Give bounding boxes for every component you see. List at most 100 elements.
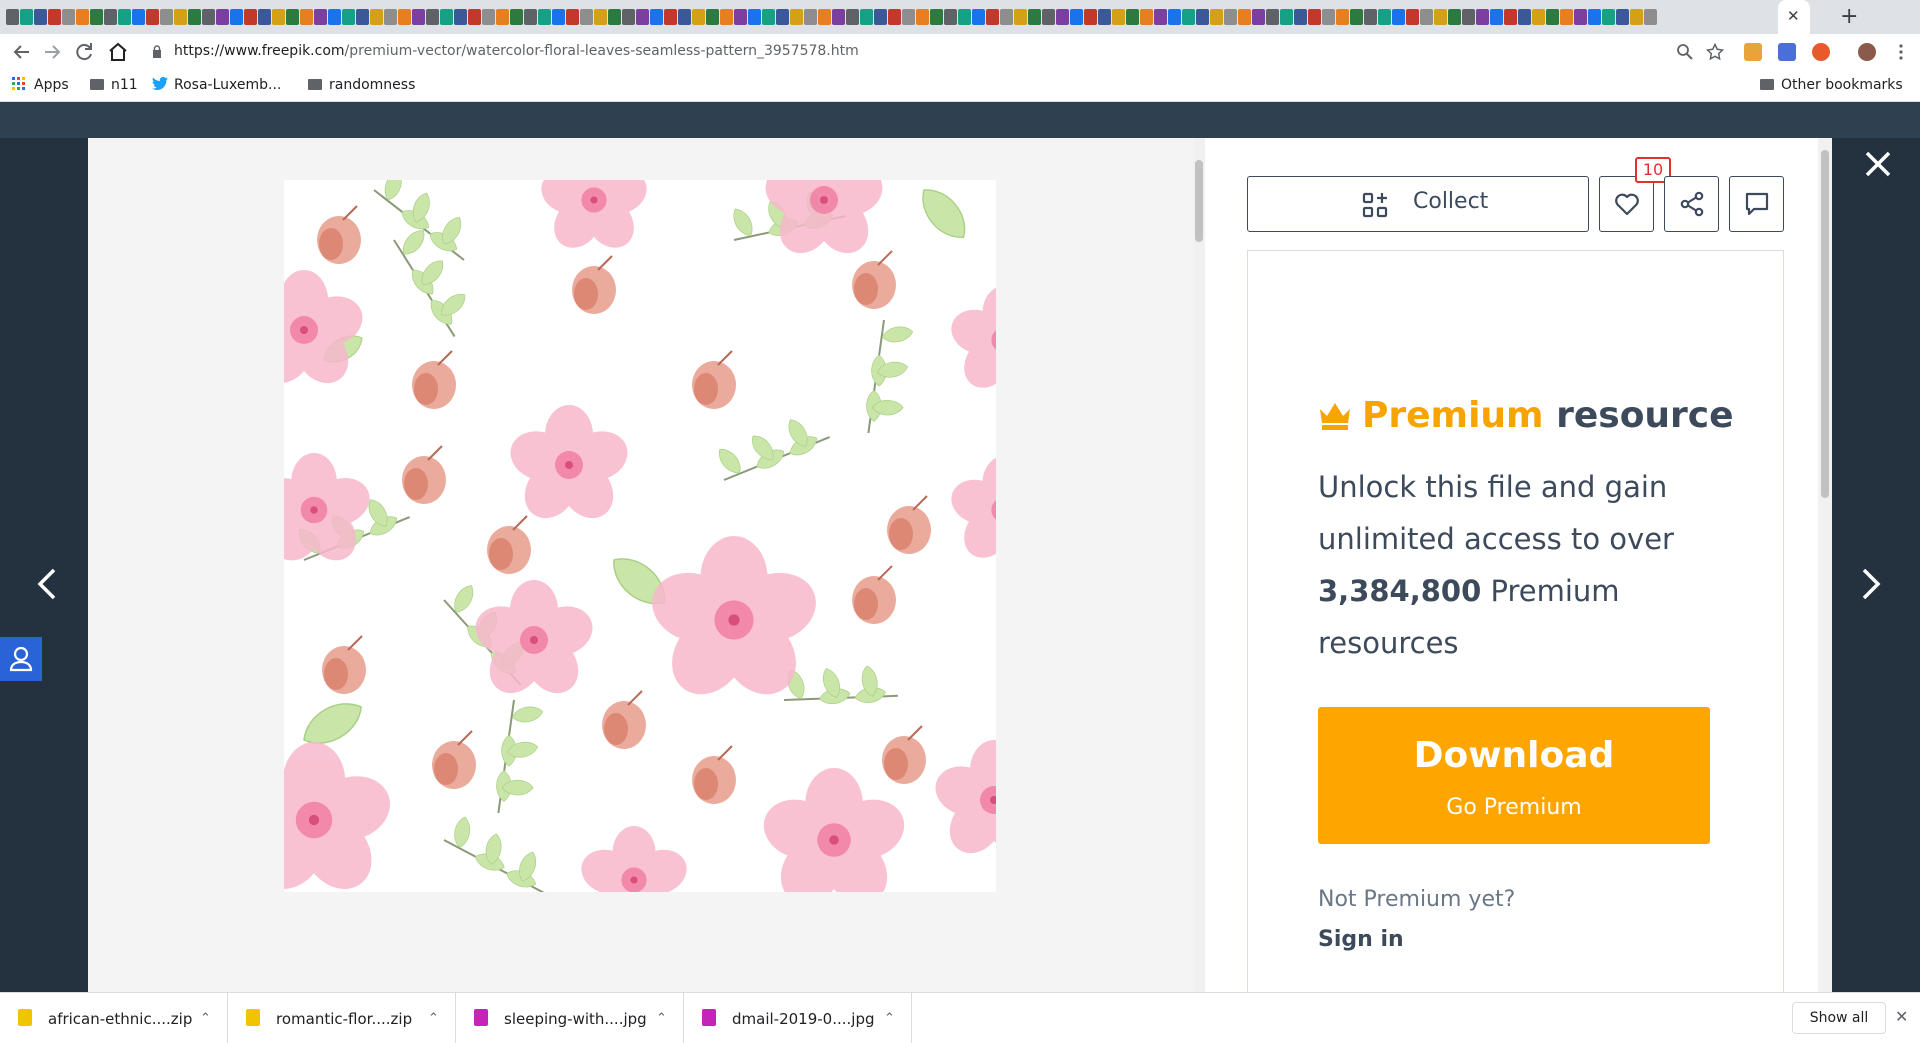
- collect-button[interactable]: Collect: [1247, 176, 1589, 232]
- other-bookmarks[interactable]: Other bookmarks: [1760, 77, 1903, 93]
- pinned-tab-favicon[interactable]: [90, 9, 103, 25]
- pinned-tab-favicon[interactable]: [1490, 9, 1503, 25]
- pinned-tab-favicon[interactable]: [790, 9, 803, 25]
- pinned-tab-favicon[interactable]: [1462, 9, 1475, 25]
- pinned-tab-favicon[interactable]: [1168, 9, 1181, 25]
- pinned-tab-favicon[interactable]: [244, 9, 257, 25]
- pinned-tab-favicon[interactable]: [1196, 9, 1209, 25]
- pinned-tab-favicon[interactable]: [426, 9, 439, 25]
- comment-button[interactable]: [1729, 176, 1784, 232]
- pinned-tab-favicon[interactable]: [104, 9, 117, 25]
- pinned-tab-favicon[interactable]: [1448, 9, 1461, 25]
- pinned-tab-favicon[interactable]: [174, 9, 187, 25]
- pinned-tab-favicon[interactable]: [1630, 9, 1643, 25]
- bookmark-folder[interactable]: randomness: [308, 77, 415, 93]
- pinned-tab-favicon[interactable]: [692, 9, 705, 25]
- pinned-tab-favicon[interactable]: [636, 9, 649, 25]
- pinned-tab-favicon[interactable]: [202, 9, 215, 25]
- pinned-tab-favicon[interactable]: [300, 9, 313, 25]
- pinned-tab-favicon[interactable]: [1420, 9, 1433, 25]
- pinned-tab-favicon[interactable]: [804, 9, 817, 25]
- close-icon[interactable]: ✕: [1895, 1007, 1908, 1026]
- download-item[interactable]: dmail-2019-0....jpg ⌃: [684, 993, 912, 1043]
- pinned-tab-favicon[interactable]: [1028, 9, 1041, 25]
- pinned-tab-favicon[interactable]: [1042, 9, 1055, 25]
- pinned-tab-favicon[interactable]: [62, 9, 75, 25]
- menu-icon[interactable]: [1892, 43, 1910, 61]
- pinned-tab-favicon[interactable]: [454, 9, 467, 25]
- pinned-tab-favicon[interactable]: [622, 9, 635, 25]
- pinned-tab-favicon[interactable]: [1504, 9, 1517, 25]
- chevron-up-icon[interactable]: ⌃: [884, 1011, 895, 1026]
- like-button[interactable]: [1599, 176, 1654, 232]
- pinned-tab-favicon[interactable]: [1280, 9, 1293, 25]
- pinned-tab-favicon[interactable]: [762, 9, 775, 25]
- pinned-tab-favicon[interactable]: [776, 9, 789, 25]
- home-icon[interactable]: [106, 40, 130, 64]
- pinned-tab-favicon[interactable]: [1392, 9, 1405, 25]
- pinned-tab-favicon[interactable]: [818, 9, 831, 25]
- share-button[interactable]: [1664, 176, 1719, 232]
- pinned-tab-favicon[interactable]: [1560, 9, 1573, 25]
- bookmark-apps[interactable]: Apps: [12, 77, 69, 93]
- pinned-tab-favicon[interactable]: [1294, 9, 1307, 25]
- pinned-tab-favicon[interactable]: [1154, 9, 1167, 25]
- pinned-tab-favicon[interactable]: [1588, 9, 1601, 25]
- pinned-tab-favicon[interactable]: [1014, 9, 1027, 25]
- pinned-tab-favicon[interactable]: [1350, 9, 1363, 25]
- panel-scrollbar-thumb[interactable]: [1821, 150, 1829, 498]
- pinned-tab-favicon[interactable]: [1476, 9, 1489, 25]
- pinned-tab-favicon[interactable]: [132, 9, 145, 25]
- pinned-tab-favicon[interactable]: [1518, 9, 1531, 25]
- pinned-tab-favicon[interactable]: [1000, 9, 1013, 25]
- pinned-tab-favicon[interactable]: [1224, 9, 1237, 25]
- address-bar[interactable]: https://www.freepik.com/premium-vector/w…: [140, 38, 1710, 66]
- bookmark-link[interactable]: Rosa-Luxemb...: [152, 76, 281, 93]
- pinned-tab-favicon[interactable]: [748, 9, 761, 25]
- pinned-tab-favicon[interactable]: [328, 9, 341, 25]
- pinned-tab-favicon[interactable]: [188, 9, 201, 25]
- pinned-tab-favicon[interactable]: [216, 9, 229, 25]
- pinned-tab-favicon[interactable]: [118, 9, 131, 25]
- pinned-tab-favicon[interactable]: [1210, 9, 1223, 25]
- tab-close-icon[interactable]: ✕: [1787, 7, 1800, 25]
- pinned-tab-favicon[interactable]: [944, 9, 957, 25]
- pinned-tab-favicon[interactable]: [76, 9, 89, 25]
- pinned-tab-favicon[interactable]: [580, 9, 593, 25]
- extension-icon[interactable]: [1744, 43, 1762, 61]
- show-all-button[interactable]: Show all: [1792, 1002, 1886, 1034]
- pinned-tab-favicon[interactable]: [314, 9, 327, 25]
- pinned-tab-favicon[interactable]: [1378, 9, 1391, 25]
- pinned-tab-favicon[interactable]: [874, 9, 887, 25]
- pinned-tab-favicon[interactable]: [1434, 9, 1447, 25]
- image-scrollbar[interactable]: [1193, 138, 1205, 992]
- image-scrollbar-thumb[interactable]: [1195, 160, 1203, 242]
- download-item[interactable]: sleeping-with....jpg ⌃: [456, 993, 684, 1043]
- pinned-tab-favicon[interactable]: [6, 9, 19, 25]
- pinned-tab-favicon[interactable]: [1056, 9, 1069, 25]
- reload-icon[interactable]: [72, 40, 96, 64]
- pinned-tab-favicon[interactable]: [1336, 9, 1349, 25]
- pinned-tab-favicon[interactable]: [1140, 9, 1153, 25]
- download-button[interactable]: Download Go Premium: [1318, 707, 1710, 844]
- pinned-tab-favicon[interactable]: [594, 9, 607, 25]
- back-icon[interactable]: [10, 40, 34, 64]
- pinned-tab-favicon[interactable]: [1182, 9, 1195, 25]
- avatar[interactable]: [1858, 43, 1876, 61]
- pinned-tab-favicon[interactable]: [1308, 9, 1321, 25]
- star-icon[interactable]: [1706, 43, 1724, 61]
- pinned-tab-favicon[interactable]: [398, 9, 411, 25]
- pinned-tab-favicon[interactable]: [552, 9, 565, 25]
- pinned-tab-favicon[interactable]: [48, 9, 61, 25]
- active-tab[interactable]: ✕: [1778, 0, 1810, 34]
- pinned-tab-favicon[interactable]: [20, 9, 33, 25]
- pinned-tab-favicon[interactable]: [356, 9, 369, 25]
- pinned-tab-favicon[interactable]: [510, 9, 523, 25]
- pinned-tab-favicon[interactable]: [1070, 9, 1083, 25]
- download-item[interactable]: romantic-flor....zip ⌃: [228, 993, 456, 1043]
- pinned-tab-favicon[interactable]: [902, 9, 915, 25]
- bookmark-folder[interactable]: n11: [90, 77, 138, 93]
- pinned-tab-favicon[interactable]: [286, 9, 299, 25]
- pinned-tab-favicon[interactable]: [1616, 9, 1629, 25]
- sign-in-link[interactable]: Sign in: [1318, 927, 1404, 952]
